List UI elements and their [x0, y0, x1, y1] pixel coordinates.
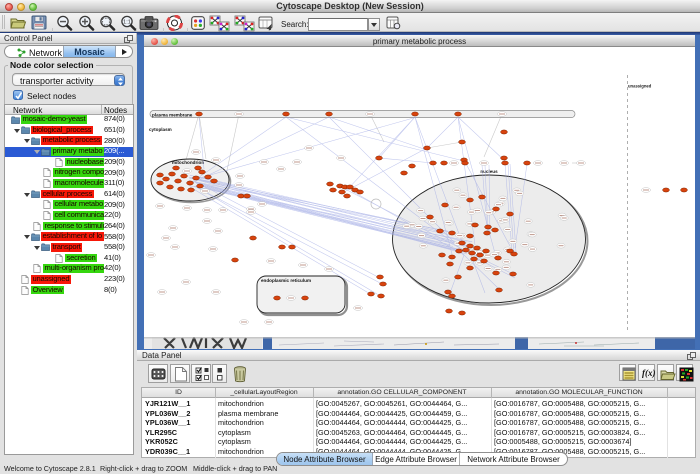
svg-text:unassigned: unassigned — [628, 84, 652, 89]
svg-text:mitochondrion: mitochondrion — [172, 160, 204, 165]
svg-text:1:1: 1:1 — [123, 20, 131, 26]
svg-text:cytoplasm: cytoplasm — [149, 127, 172, 132]
svg-text:endoplasmic reticulum: endoplasmic reticulum — [261, 278, 311, 283]
svg-text:plasma membrane: plasma membrane — [152, 113, 193, 118]
